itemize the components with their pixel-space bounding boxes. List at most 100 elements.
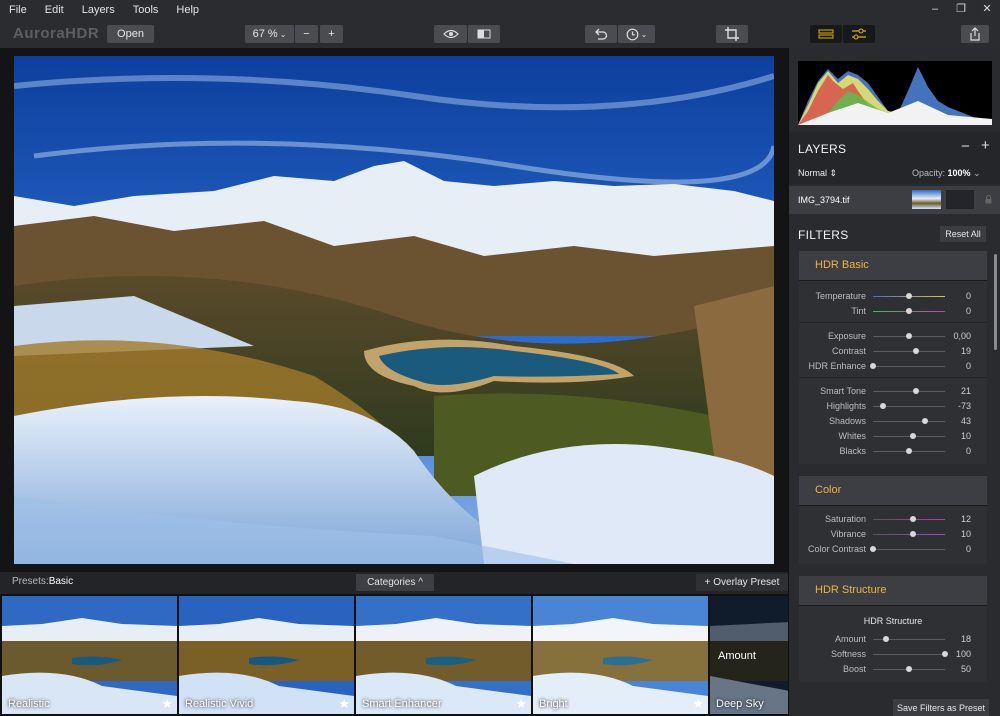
slider-row-smart-tone[interactable]: Smart Tone 21 (799, 384, 987, 399)
crop-button[interactable] (716, 25, 748, 43)
menu-tools[interactable]: Tools (124, 4, 168, 16)
slider-knob[interactable] (942, 651, 948, 657)
zoom-out-button[interactable]: − (294, 25, 318, 43)
slider-row-tint[interactable]: Tint 0 (799, 304, 987, 319)
menu-layers[interactable]: Layers (73, 4, 124, 16)
preset-thumb-realistic-vivid[interactable]: Realistic Vivid ★ (179, 596, 354, 714)
chevron-updown-icon: ⇕ (829, 168, 838, 178)
remove-layer-button[interactable]: − (961, 138, 970, 155)
hdr-structure-header[interactable]: HDR Structure (799, 576, 987, 605)
close-button[interactable]: ✕ (974, 0, 1000, 20)
reset-all-button[interactable]: Reset All (940, 226, 986, 242)
overlay-preset-button[interactable]: + Overlay Preset (696, 574, 788, 591)
slider-label: Saturation (824, 514, 866, 524)
zoom-in-button[interactable]: + (319, 25, 343, 43)
preset-thumb-smart-enhancer[interactable]: Smart Enhancer ★ (356, 596, 531, 714)
main-photo[interactable] (14, 56, 774, 564)
slider-knob[interactable] (882, 636, 889, 642)
undo-icon (595, 28, 608, 40)
open-button[interactable]: Open (107, 25, 154, 43)
color-header[interactable]: Color (799, 476, 987, 505)
star-icon[interactable]: ★ (692, 696, 704, 712)
slider-knob[interactable] (909, 433, 916, 439)
slider-knob[interactable] (921, 418, 928, 424)
layer-mask-thumbnail[interactable] (946, 190, 974, 209)
slider-row-shadows[interactable]: Shadows 43 (799, 414, 987, 429)
compare-button[interactable] (468, 25, 500, 43)
maximize-button[interactable]: ❐ (948, 0, 974, 20)
slider-track[interactable] (873, 421, 945, 422)
eye-icon (442, 29, 459, 39)
menu-file[interactable]: File (0, 4, 36, 16)
slider-track[interactable] (873, 519, 945, 520)
star-icon[interactable]: ★ (161, 696, 173, 712)
slider-track[interactable] (873, 654, 945, 655)
slider-row-temperature[interactable]: Temperature 0 (799, 289, 987, 304)
categories-button[interactable]: Categories ^ (356, 574, 434, 591)
slider-track[interactable] (873, 549, 945, 550)
slider-knob[interactable] (906, 666, 912, 672)
preview-button[interactable] (434, 25, 467, 43)
slider-row-highlights[interactable]: Highlights -73 (799, 399, 987, 414)
slider-row-boost[interactable]: Boost 50 (799, 662, 987, 677)
slider-row-whites[interactable]: Whites 10 (799, 429, 987, 444)
preset-name: Realistic (8, 698, 50, 710)
preset-thumb-bright[interactable]: Bright ★ (533, 596, 708, 714)
slider-row-contrast[interactable]: Contrast 19 (799, 344, 987, 359)
canvas-area[interactable] (0, 48, 788, 572)
zoom-dropdown[interactable]: 67 % ⌄ (245, 25, 294, 43)
layer-name: IMG_3794.tif (798, 195, 850, 205)
slider-knob[interactable] (870, 546, 876, 552)
slider-row-color-contrast[interactable]: Color Contrast 0 (799, 542, 987, 557)
slider-track[interactable] (873, 351, 945, 352)
undo-button[interactable] (585, 25, 617, 43)
slider-row-vibrance[interactable]: Vibrance 10 (799, 527, 987, 542)
layer-item[interactable]: IMG_3794.tif (789, 186, 1000, 214)
filters-view-button[interactable] (843, 25, 875, 43)
slider-knob[interactable] (913, 388, 920, 394)
share-button[interactable] (961, 25, 989, 43)
slider-knob[interactable] (906, 308, 912, 314)
slider-row-hdr-enhance[interactable]: HDR Enhance 0 (799, 359, 987, 374)
minimize-button[interactable]: – (922, 0, 948, 20)
star-icon[interactable]: ★ (338, 696, 350, 712)
hdr-basic-header[interactable]: HDR Basic (799, 251, 987, 280)
slider-knob[interactable] (913, 348, 920, 354)
menu-edit[interactable]: Edit (36, 4, 73, 16)
slider-track[interactable] (873, 534, 945, 535)
slider-track[interactable] (873, 366, 945, 367)
slider-track[interactable] (873, 391, 945, 392)
slider-row-softness[interactable]: Softness 100 (799, 647, 987, 662)
toolbar: AuroraHDR Open 67 % ⌄ − + ⌄ (0, 20, 1000, 48)
slider-knob[interactable] (870, 363, 876, 369)
preset-amount-label[interactable]: Amount (718, 650, 756, 662)
history-button[interactable]: ⌄ (618, 25, 655, 43)
slider-knob[interactable] (906, 293, 912, 299)
slider-value: 0 (965, 291, 971, 301)
slider-knob[interactable] (910, 516, 917, 522)
slider-value: 50 (960, 664, 971, 674)
slider-knob[interactable] (909, 531, 916, 537)
add-layer-button[interactable]: + (981, 137, 990, 154)
save-filters-button[interactable]: Save Filters as Preset (893, 699, 989, 716)
section-divider (799, 377, 987, 378)
hdr-structure-subtitle: HDR Structure (863, 616, 923, 626)
slider-knob[interactable] (880, 403, 887, 409)
panel-scrollbar[interactable] (994, 254, 997, 350)
slider-row-saturation[interactable]: Saturation 12 (799, 512, 987, 527)
slider-knob[interactable] (906, 333, 912, 339)
preset-thumb-deep-sky[interactable]: Deep Sky Amount (710, 596, 788, 714)
menu-help[interactable]: Help (167, 4, 208, 16)
slider-row-blacks[interactable]: Blacks 0 (799, 444, 987, 459)
slider-row-amount[interactable]: Amount 18 (799, 632, 987, 647)
lock-icon[interactable] (985, 195, 992, 204)
preset-thumb-realistic[interactable]: Realistic ★ (2, 596, 177, 714)
opacity-control[interactable]: Opacity: 100% ⌄ (912, 168, 981, 179)
slider-label: Softness (830, 649, 866, 659)
slider-row-exposure[interactable]: Exposure 0,00 (799, 329, 987, 344)
slider-knob[interactable] (906, 448, 912, 454)
star-icon[interactable]: ★ (515, 696, 527, 712)
layers-view-button[interactable] (810, 25, 842, 43)
slider-track[interactable] (873, 436, 945, 437)
blend-mode-dropdown[interactable]: Normal ⇕ (798, 168, 837, 179)
